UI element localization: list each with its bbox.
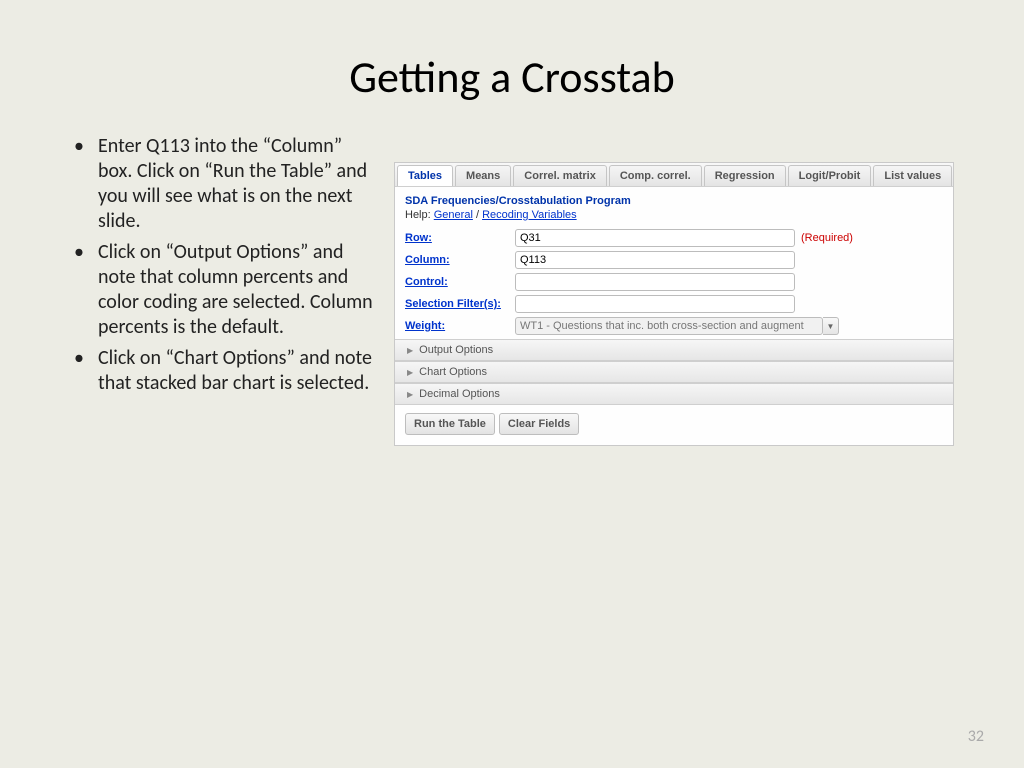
page-number: 32 <box>968 727 984 746</box>
accordion-chart-options[interactable]: ▶ Chart Options <box>395 361 953 383</box>
program-title: SDA Frequencies/Crosstabulation Program <box>405 195 943 207</box>
accordion-decimal-options[interactable]: ▶ Decimal Options <box>395 383 953 405</box>
accordion-label: Chart Options <box>419 366 487 378</box>
row-label[interactable]: Row: <box>405 232 515 244</box>
clear-fields-button[interactable]: Clear Fields <box>499 413 579 435</box>
column-label[interactable]: Column: <box>405 254 515 266</box>
tab-correl-matrix[interactable]: Correl. matrix <box>513 165 607 186</box>
help-general-link[interactable]: General <box>434 209 473 221</box>
slide-title: Getting a Crosstab <box>0 0 1024 134</box>
chevron-down-icon: ▼ <box>827 322 835 331</box>
weight-dropdown-caret[interactable]: ▼ <box>823 317 839 335</box>
tab-logit-probit[interactable]: Logit/Probit <box>788 165 872 186</box>
tab-bar: Tables Means Correl. matrix Comp. correl… <box>395 163 953 187</box>
weight-input[interactable] <box>515 317 823 335</box>
bullet-item: Click on “Output Options” and note that … <box>70 240 376 340</box>
bullet-list: Enter Q113 into the “Column” box. Click … <box>70 134 376 446</box>
weight-label[interactable]: Weight: <box>405 320 515 332</box>
required-label: (Required) <box>801 232 853 244</box>
help-line: Help: General / Recoding Variables <box>405 209 943 221</box>
tab-means[interactable]: Means <box>455 165 511 186</box>
help-label: Help: <box>405 209 434 221</box>
bullet-item: Enter Q113 into the “Column” box. Click … <box>70 134 376 234</box>
tab-comp-correl[interactable]: Comp. correl. <box>609 165 702 186</box>
tab-list-values[interactable]: List values <box>873 165 952 186</box>
control-input[interactable] <box>515 273 795 291</box>
tab-regression[interactable]: Regression <box>704 165 786 186</box>
help-recoding-link[interactable]: Recoding Variables <box>482 209 577 221</box>
screenshot-panel: Tables Means Correl. matrix Comp. correl… <box>394 162 954 446</box>
selection-filter-input[interactable] <box>515 295 795 313</box>
accordion-label: Output Options <box>419 344 493 356</box>
help-sep: / <box>473 209 482 221</box>
accordion: ▶ Output Options ▶ Chart Options ▶ Decim… <box>395 339 953 405</box>
column-input[interactable] <box>515 251 795 269</box>
run-table-button[interactable]: Run the Table <box>405 413 495 435</box>
triangle-right-icon: ▶ <box>407 346 413 355</box>
accordion-output-options[interactable]: ▶ Output Options <box>395 339 953 361</box>
accordion-label: Decimal Options <box>419 388 500 400</box>
tab-tables[interactable]: Tables <box>397 165 453 186</box>
triangle-right-icon: ▶ <box>407 390 413 399</box>
row-input[interactable] <box>515 229 795 247</box>
triangle-right-icon: ▶ <box>407 368 413 377</box>
selection-filter-label[interactable]: Selection Filter(s): <box>405 298 515 310</box>
bullet-item: Click on “Chart Options” and note that s… <box>70 346 376 396</box>
control-label[interactable]: Control: <box>405 276 515 288</box>
